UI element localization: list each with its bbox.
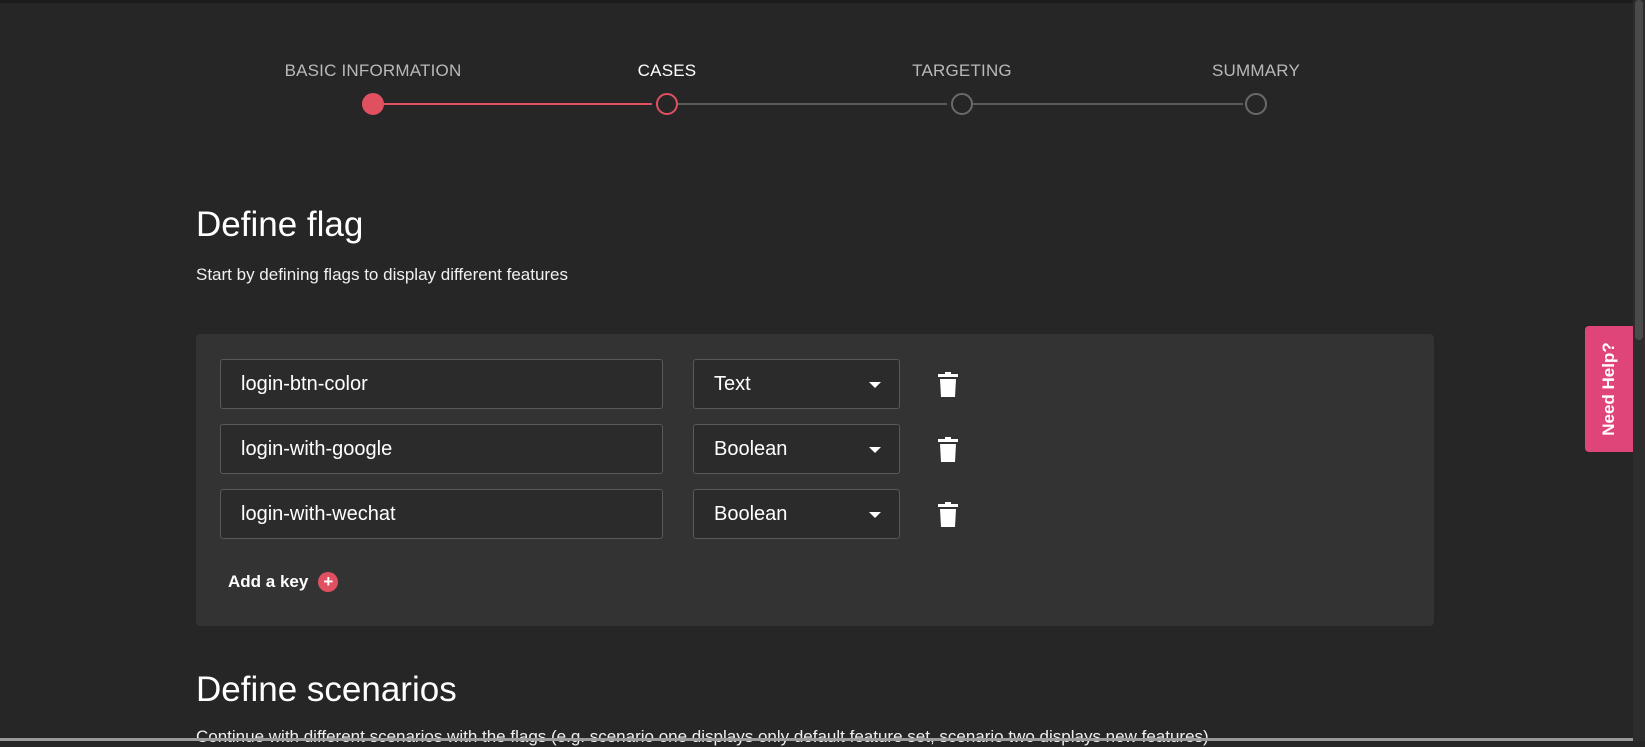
define-scenarios-title: Define scenarios <box>196 670 457 709</box>
step-dot-targeting[interactable] <box>951 93 973 115</box>
caret-down-icon <box>869 382 881 388</box>
step-label-targeting[interactable]: TARGETING <box>912 61 1012 81</box>
trash-icon[interactable] <box>936 372 960 398</box>
flag-key-input[interactable] <box>220 424 663 474</box>
need-help-button[interactable]: Need Help? <box>1585 326 1633 452</box>
trash-icon[interactable] <box>936 502 960 528</box>
vertical-scrollbar[interactable] <box>1633 0 1645 741</box>
flag-type-select[interactable]: Text <box>693 359 900 409</box>
step-dot-summary[interactable] <box>1245 93 1267 115</box>
flag-keys-card: Text Boolean Boolean <box>196 334 1434 626</box>
add-key-button[interactable]: Add a key + <box>228 570 339 594</box>
trash-icon[interactable] <box>936 437 960 463</box>
stepper-connector-1 <box>382 103 652 105</box>
flag-key-input[interactable] <box>220 359 663 409</box>
plus-circle-icon: + <box>318 572 339 592</box>
progress-stepper: BASIC INFORMATION CASES TARGETING SUMMAR… <box>0 0 1633 130</box>
add-key-label: Add a key <box>228 572 309 591</box>
caret-down-icon <box>869 447 881 453</box>
step-label-basic-information[interactable]: BASIC INFORMATION <box>285 61 462 81</box>
stepper-connector-3 <box>973 103 1243 105</box>
flag-type-select[interactable]: Boolean <box>693 424 900 474</box>
define-flag-title: Define flag <box>196 205 364 244</box>
flag-type-value: Text <box>714 373 751 395</box>
define-scenarios-subtitle: Continue with different scenarios with t… <box>196 727 1209 746</box>
define-flag-subtitle: Start by defining flags to display diffe… <box>196 265 569 284</box>
flag-type-select[interactable]: Boolean <box>693 489 900 539</box>
step-label-summary[interactable]: SUMMARY <box>1212 61 1300 81</box>
stepper-connector-2 <box>678 103 947 105</box>
step-label-cases[interactable]: CASES <box>638 61 697 81</box>
step-dot-cases[interactable] <box>656 93 678 115</box>
flag-type-value: Boolean <box>714 438 788 460</box>
need-help-label: Need Help? <box>1599 342 1618 436</box>
flag-key-input[interactable] <box>220 489 663 539</box>
step-dot-basic-information[interactable] <box>362 93 384 115</box>
caret-down-icon <box>869 512 881 518</box>
scrollbar-thumb[interactable] <box>1635 0 1643 340</box>
flag-type-value: Boolean <box>714 503 788 525</box>
